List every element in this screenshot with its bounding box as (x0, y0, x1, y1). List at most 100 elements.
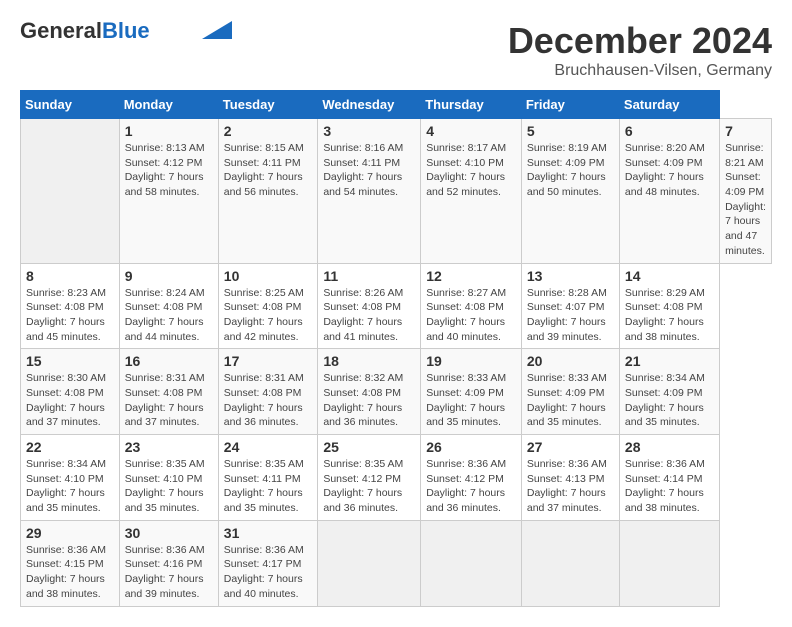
day-detail: Sunrise: 8:35 AMSunset: 4:10 PMDaylight:… (125, 457, 213, 516)
day-detail: Sunrise: 8:36 AMSunset: 4:16 PMDaylight:… (125, 543, 213, 602)
logo: GeneralBlue (20, 20, 232, 42)
day-number: 11 (323, 268, 415, 284)
day-header-thursday: Thursday (421, 91, 522, 119)
day-cell-31: 31Sunrise: 8:36 AMSunset: 4:17 PMDayligh… (218, 520, 318, 606)
calendar-week-0: 1 Sunrise: 8:13 AMSunset: 4:12 PMDaylight… (21, 119, 772, 264)
day-number: 15 (26, 353, 114, 369)
day-cell-14: 14 Sunrise: 8:29 AMSunset: 4:08 PMDayligh… (619, 263, 719, 349)
calendar-week-4: 29 Sunrise: 8:36 AMSunset: 4:15 PMDayligh… (21, 520, 772, 606)
day-cell-18: 18 Sunrise: 8:32 AMSunset: 4:08 PMDayligh… (318, 349, 421, 435)
day-detail: Sunrise: 8:24 AMSunset: 4:08 PMDaylight:… (125, 286, 213, 345)
day-number: 23 (125, 439, 213, 455)
day-detail: Sunrise: 8:28 AMSunset: 4:07 PMDaylight:… (527, 286, 614, 345)
day-cell-10: 10Sunrise: 8:25 AMSunset: 4:08 PMDayligh… (218, 263, 318, 349)
day-detail: Sunrise: 8:36 AMSunset: 4:14 PMDaylight:… (625, 457, 714, 516)
day-number: 7 (725, 123, 766, 139)
calendar-week-3: 22 Sunrise: 8:34 AMSunset: 4:10 PMDayligh… (21, 435, 772, 521)
day-cell-3: 3 Sunrise: 8:16 AMSunset: 4:11 PMDaylight… (318, 119, 421, 264)
day-number: 27 (527, 439, 614, 455)
empty-cell (21, 119, 120, 264)
day-cell-9: 9Sunrise: 8:24 AMSunset: 4:08 PMDaylight… (119, 263, 218, 349)
day-header-tuesday: Tuesday (218, 91, 318, 119)
day-cell-11: 11 Sunrise: 8:26 AMSunset: 4:08 PMDayligh… (318, 263, 421, 349)
day-cell-21: 21 Sunrise: 8:34 AMSunset: 4:09 PMDayligh… (619, 349, 719, 435)
day-number: 26 (426, 439, 516, 455)
title-area: December 2024 Bruchhausen-Vilsen, German… (508, 20, 772, 80)
day-detail: Sunrise: 8:25 AMSunset: 4:08 PMDaylight:… (224, 286, 313, 345)
day-cell-27: 27 Sunrise: 8:36 AMSunset: 4:13 PMDayligh… (521, 435, 619, 521)
day-number: 16 (125, 353, 213, 369)
day-detail: Sunrise: 8:27 AMSunset: 4:08 PMDaylight:… (426, 286, 516, 345)
day-header-sunday: Sunday (21, 91, 120, 119)
day-number: 14 (625, 268, 714, 284)
day-cell-20: 20 Sunrise: 8:33 AMSunset: 4:09 PMDayligh… (521, 349, 619, 435)
day-cell-30: 30 Sunrise: 8:36 AMSunset: 4:16 PMDayligh… (119, 520, 218, 606)
day-cell-8: 8Sunrise: 8:23 AMSunset: 4:08 PMDaylight… (21, 263, 120, 349)
day-detail: Sunrise: 8:32 AMSunset: 4:08 PMDaylight:… (323, 371, 415, 430)
day-cell-13: 13 Sunrise: 8:28 AMSunset: 4:07 PMDayligh… (521, 263, 619, 349)
day-cell-12: 12Sunrise: 8:27 AMSunset: 4:08 PMDayligh… (421, 263, 522, 349)
day-detail: Sunrise: 8:29 AMSunset: 4:08 PMDaylight:… (625, 286, 714, 345)
day-number: 22 (26, 439, 114, 455)
calendar-table: SundayMondayTuesdayWednesdayThursdayFrid… (20, 90, 772, 607)
day-cell-22: 22 Sunrise: 8:34 AMSunset: 4:10 PMDayligh… (21, 435, 120, 521)
logo-icon (202, 21, 232, 39)
day-number: 20 (527, 353, 614, 369)
day-header-friday: Friday (521, 91, 619, 119)
day-number: 24 (224, 439, 313, 455)
day-detail: Sunrise: 8:33 AMSunset: 4:09 PMDaylight:… (426, 371, 516, 430)
day-detail: Sunrise: 8:31 AMSunset: 4:08 PMDaylight:… (125, 371, 213, 430)
day-detail: Sunrise: 8:26 AMSunset: 4:08 PMDaylight:… (323, 286, 415, 345)
day-number: 18 (323, 353, 415, 369)
day-number: 29 (26, 525, 114, 541)
calendar-header-row: SundayMondayTuesdayWednesdayThursdayFrid… (21, 91, 772, 119)
day-detail: Sunrise: 8:13 AMSunset: 4:12 PMDaylight:… (125, 141, 213, 200)
day-cell-7: 7Sunrise: 8:21 AMSunset: 4:09 PMDaylight… (720, 119, 772, 264)
day-detail: Sunrise: 8:34 AMSunset: 4:10 PMDaylight:… (26, 457, 114, 516)
calendar-week-2: 15 Sunrise: 8:30 AMSunset: 4:08 PMDayligh… (21, 349, 772, 435)
day-cell-15: 15 Sunrise: 8:30 AMSunset: 4:08 PMDayligh… (21, 349, 120, 435)
day-cell-1: 1 Sunrise: 8:13 AMSunset: 4:12 PMDaylight… (119, 119, 218, 264)
day-header-saturday: Saturday (619, 91, 719, 119)
day-cell-17: 17 Sunrise: 8:31 AMSunset: 4:08 PMDayligh… (218, 349, 318, 435)
day-detail: Sunrise: 8:35 AMSunset: 4:11 PMDaylight:… (224, 457, 313, 516)
day-number: 17 (224, 353, 313, 369)
day-detail: Sunrise: 8:20 AMSunset: 4:09 PMDaylight:… (625, 141, 714, 200)
day-detail: Sunrise: 8:34 AMSunset: 4:09 PMDaylight:… (625, 371, 714, 430)
day-number: 30 (125, 525, 213, 541)
empty-cell (421, 520, 522, 606)
empty-cell (318, 520, 421, 606)
day-number: 6 (625, 123, 714, 139)
day-detail: Sunrise: 8:36 AMSunset: 4:15 PMDaylight:… (26, 543, 114, 602)
day-number: 21 (625, 353, 714, 369)
day-header-monday: Monday (119, 91, 218, 119)
day-detail: Sunrise: 8:19 AMSunset: 4:09 PMDaylight:… (527, 141, 614, 200)
day-detail: Sunrise: 8:36 AMSunset: 4:17 PMDaylight:… (224, 543, 313, 602)
day-detail: Sunrise: 8:31 AMSunset: 4:08 PMDaylight:… (224, 371, 313, 430)
header: GeneralBlue December 2024 Bruchhausen-Vi… (20, 20, 772, 80)
day-detail: Sunrise: 8:15 AMSunset: 4:11 PMDaylight:… (224, 141, 313, 200)
day-cell-26: 26Sunrise: 8:36 AMSunset: 4:12 PMDayligh… (421, 435, 522, 521)
empty-cell (619, 520, 719, 606)
day-cell-29: 29 Sunrise: 8:36 AMSunset: 4:15 PMDayligh… (21, 520, 120, 606)
day-detail: Sunrise: 8:35 AMSunset: 4:12 PMDaylight:… (323, 457, 415, 516)
day-detail: Sunrise: 8:33 AMSunset: 4:09 PMDaylight:… (527, 371, 614, 430)
day-cell-19: 19Sunrise: 8:33 AMSunset: 4:09 PMDayligh… (421, 349, 522, 435)
day-cell-25: 25Sunrise: 8:35 AMSunset: 4:12 PMDayligh… (318, 435, 421, 521)
location-subtitle: Bruchhausen-Vilsen, Germany (508, 62, 772, 80)
day-cell-23: 23 Sunrise: 8:35 AMSunset: 4:10 PMDayligh… (119, 435, 218, 521)
day-detail: Sunrise: 8:17 AMSunset: 4:10 PMDaylight:… (426, 141, 516, 200)
day-number: 3 (323, 123, 415, 139)
day-detail: Sunrise: 8:23 AMSunset: 4:08 PMDaylight:… (26, 286, 114, 345)
day-detail: Sunrise: 8:30 AMSunset: 4:08 PMDaylight:… (26, 371, 114, 430)
empty-cell (521, 520, 619, 606)
day-number: 4 (426, 123, 516, 139)
day-number: 28 (625, 439, 714, 455)
month-title: December 2024 (508, 20, 772, 62)
day-cell-2: 2Sunrise: 8:15 AMSunset: 4:11 PMDaylight… (218, 119, 318, 264)
day-cell-6: 6 Sunrise: 8:20 AMSunset: 4:09 PMDaylight… (619, 119, 719, 264)
day-detail: Sunrise: 8:36 AMSunset: 4:13 PMDaylight:… (527, 457, 614, 516)
day-number: 13 (527, 268, 614, 284)
day-number: 1 (125, 123, 213, 139)
day-detail: Sunrise: 8:16 AMSunset: 4:11 PMDaylight:… (323, 141, 415, 200)
